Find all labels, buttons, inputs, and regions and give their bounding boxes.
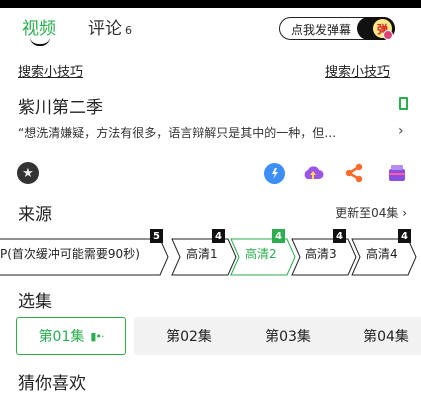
episode-button-1[interactable]: 第01集 ▮•· xyxy=(16,317,126,355)
tab-video[interactable]: 视频 xyxy=(22,14,56,39)
quality-chip-1[interactable]: 高清1 xyxy=(186,245,218,262)
quality-badge-3: 4 xyxy=(333,229,346,243)
share-icon[interactable] xyxy=(344,163,364,187)
tab-active-indicator xyxy=(30,37,50,46)
episodes-title: 选集 xyxy=(18,292,52,312)
tab-video-label: 视频 xyxy=(22,19,56,39)
cloud-upload-icon[interactable] xyxy=(302,163,324,187)
danmu-toggle[interactable]: 弹 xyxy=(357,17,395,40)
quality-badge-4: 4 xyxy=(398,229,411,243)
bag-icon[interactable] xyxy=(387,163,407,187)
description-expand-arrow[interactable]: › xyxy=(398,123,404,139)
episode-label-1: 第01集 xyxy=(38,329,85,345)
update-status-link[interactable]: 更新至04集 › xyxy=(335,204,407,221)
send-danmu-label: 点我发弹幕 xyxy=(291,23,352,37)
episode-button-2[interactable]: 第02集 xyxy=(134,317,244,355)
status-indicator xyxy=(399,97,408,110)
quality-badge-0: 5 xyxy=(150,229,163,243)
tab-comments[interactable]: 评论 6 xyxy=(88,14,132,39)
quality-list: P(首次缓冲可能需要90秒) 5 高清1 4 高清2 4 高清3 4 高清4 4 xyxy=(0,229,421,285)
quality-badge-2: 4 xyxy=(272,229,285,243)
quality-chip-4[interactable]: 高清4 xyxy=(366,245,398,262)
episode-label-3: 第03集 xyxy=(265,329,311,345)
status-bar xyxy=(0,0,421,8)
chat-bubble-icon[interactable] xyxy=(264,163,285,184)
quality-chip-0[interactable]: P(首次缓冲可能需要90秒) xyxy=(0,245,140,262)
quality-badge-1: 4 xyxy=(212,229,225,243)
danmu-status-dot xyxy=(383,30,393,40)
show-title: 紫川第二季 xyxy=(18,98,103,118)
quality-chip-2[interactable]: 高清2 xyxy=(245,245,277,262)
comments-count: 6 xyxy=(125,24,132,37)
show-description[interactable]: “想洗清嫌疑，方法有很多，语言辩解只是其中的一种，但… xyxy=(18,124,378,141)
episode-label-2: 第02集 xyxy=(166,329,212,345)
search-tips-link-right[interactable]: 搜索小技巧 xyxy=(325,61,390,80)
episode-button-3[interactable]: 第03集 xyxy=(233,317,343,355)
send-danmu-button[interactable]: 点我发弹幕 弹 xyxy=(279,17,395,40)
recommendations-title: 猜你喜欢 xyxy=(18,374,86,394)
episode-label-4: 第04集 xyxy=(363,329,409,345)
quality-chip-3[interactable]: 高清3 xyxy=(305,245,337,262)
source-title: 来源 xyxy=(18,205,52,225)
search-tips-link-left[interactable]: 搜索小技巧 xyxy=(18,61,83,80)
star-badge-icon[interactable]: ★ xyxy=(17,162,39,184)
episode-button-4[interactable]: 第04集 xyxy=(331,317,421,355)
tab-comments-label: 评论 xyxy=(88,19,122,39)
playing-indicator-icon: ▮•· xyxy=(90,329,104,343)
